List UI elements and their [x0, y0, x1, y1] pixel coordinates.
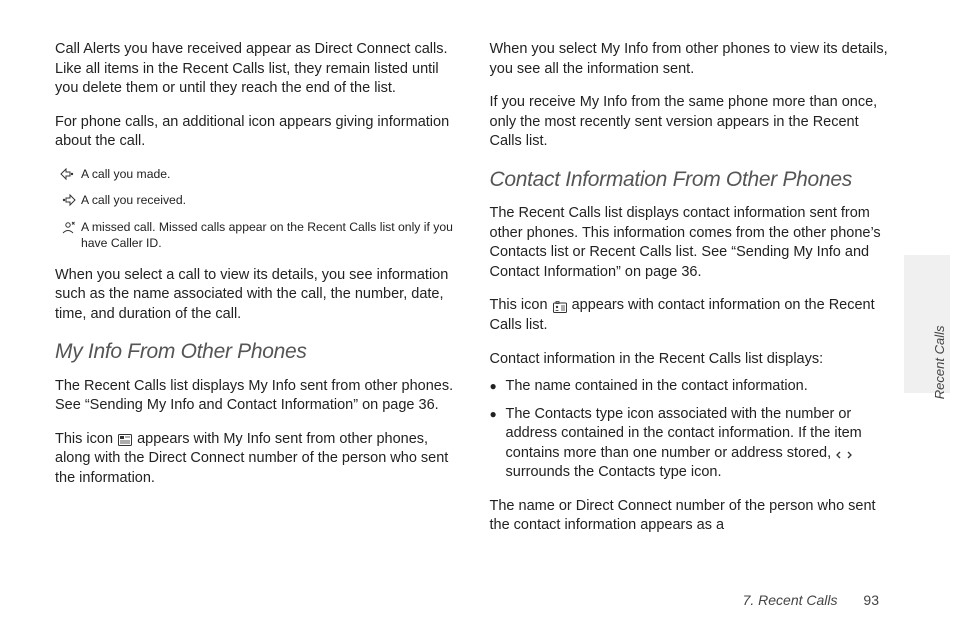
para: The name or Direct Connect number of the…	[490, 497, 895, 536]
para: For phone calls, an additional icon appe…	[55, 113, 460, 152]
missed-call-icon	[55, 219, 81, 234]
bullet-text: The Contacts type icon associated with t…	[506, 405, 895, 483]
icon-row: A call you made.	[55, 166, 460, 182]
bullet-marker: ●	[490, 377, 506, 395]
bullet-list: ● The name contained in the contact info…	[490, 377, 895, 483]
para: Contact information in the Recent Calls …	[490, 350, 895, 370]
para-with-icon: This icon appears with contact informati…	[490, 296, 895, 335]
outgoing-call-icon	[55, 166, 81, 181]
section-heading-contact-info: Contact Information From Other Phones	[490, 166, 895, 194]
incoming-call-icon	[55, 192, 81, 207]
para: If you receive My Info from the same pho…	[490, 93, 895, 152]
para: When you select a call to view its detai…	[55, 266, 460, 325]
my-info-icon	[118, 433, 132, 445]
text-fragment: This icon	[55, 431, 117, 447]
footer-page-number: 93	[863, 592, 879, 608]
side-tab-label: Recent Calls	[933, 326, 948, 400]
para: Call Alerts you have received appear as …	[55, 40, 460, 99]
section-heading-my-info: My Info From Other Phones	[55, 338, 460, 366]
right-column: When you select My Info from other phone…	[490, 40, 895, 550]
left-column: Call Alerts you have received appear as …	[55, 40, 460, 550]
text-fragment: The Contacts type icon associated with t…	[506, 406, 862, 461]
icon-desc: A missed call. Missed calls appear on th…	[81, 219, 460, 252]
page-footer: 7. Recent Calls 93	[743, 592, 879, 608]
text-fragment: This icon	[490, 297, 552, 313]
footer-section: 7. Recent Calls	[743, 592, 838, 608]
para: The Recent Calls list displays My Info s…	[55, 377, 460, 416]
icon-row: A call you received.	[55, 192, 460, 208]
para: When you select My Info from other phone…	[490, 40, 895, 79]
icon-row: A missed call. Missed calls appear on th…	[55, 219, 460, 252]
para-with-icon: This icon appears with My Info sent from…	[55, 430, 460, 489]
contact-info-icon	[553, 300, 567, 312]
icon-description-list: A call you made. A call you received. A …	[55, 166, 460, 252]
text-fragment: surrounds the Contacts type icon.	[506, 464, 722, 480]
bullet-item: ● The Contacts type icon associated with…	[490, 405, 895, 483]
icon-desc: A call you made.	[81, 166, 460, 182]
icon-desc: A call you received.	[81, 192, 460, 208]
surround-arrows-icon	[836, 447, 852, 459]
page-columns: Call Alerts you have received appear as …	[55, 40, 894, 550]
bullet-marker: ●	[490, 405, 506, 423]
bullet-item: ● The name contained in the contact info…	[490, 377, 895, 397]
bullet-text: The name contained in the contact inform…	[506, 377, 895, 397]
para: The Recent Calls list displays contact i…	[490, 204, 895, 282]
